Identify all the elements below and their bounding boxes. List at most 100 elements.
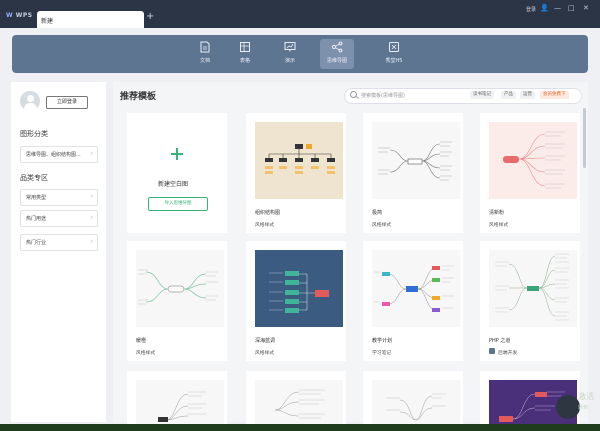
template-card[interactable]: 极简 风格样式: [363, 113, 463, 233]
template-card[interactable]: PHP 之道 后端开发: [480, 241, 580, 361]
warm-orange-thumbnail: [138, 269, 218, 305]
tag-operations[interactable]: 运营: [520, 91, 535, 99]
watermark-text: 激活: [578, 392, 594, 401]
template-card[interactable]: 暖橙 风格样式: [127, 241, 227, 361]
sidebar-item-label: 常用类型: [26, 195, 47, 201]
taskbar: [0, 424, 600, 431]
mindmap-thumbnail: [386, 393, 446, 421]
scrollbar[interactable]: [583, 108, 586, 168]
zone-title: 品类专区: [20, 174, 48, 182]
mindmap-icon: [331, 41, 343, 53]
template-style: 风格样式: [489, 223, 509, 228]
category-title: 图形分类: [20, 130, 48, 138]
template-style: 学习笔记: [372, 351, 392, 356]
template-card[interactable]: [246, 371, 346, 424]
user-icon[interactable]: 👤: [540, 5, 549, 12]
template-thumbnail: [255, 250, 343, 327]
template-style: 风格样式: [255, 223, 275, 228]
tab-label: 新建: [41, 18, 54, 25]
tag-reading-notes[interactable]: 读书笔记: [470, 91, 494, 99]
toolbar-mindmap-label: 思维导图: [326, 58, 347, 64]
chevron-right-icon: ›: [90, 238, 93, 245]
sidebar-item-common[interactable]: 常用类型 ›: [20, 189, 98, 206]
template-name: 极简: [372, 210, 383, 216]
template-name: 组织结构图: [255, 210, 281, 216]
template-style: 风格样式: [372, 223, 392, 228]
h5-icon: [389, 42, 399, 52]
template-name: 清新粉: [489, 210, 505, 216]
search-icon: [350, 91, 357, 98]
sidebar-item-label: 热门行业: [26, 240, 47, 246]
template-thumbnail: [255, 380, 343, 424]
page-title: 推荐模板: [120, 92, 157, 102]
deep-blue-thumbnail: [269, 271, 329, 313]
search-placeholder: 搜索模板(思维导图): [361, 93, 405, 99]
avatar[interactable]: [20, 91, 40, 111]
plus-icon: [171, 148, 183, 160]
maximize-button[interactable]: □: [568, 5, 575, 12]
template-thumbnail: [489, 122, 577, 199]
chevron-right-icon: ›: [90, 193, 93, 200]
template-card[interactable]: 组织结构图 风格样式: [246, 113, 346, 233]
app-name: WPS: [15, 12, 33, 19]
template-card[interactable]: [127, 371, 227, 424]
toolbar-doc-label: 文档: [199, 58, 210, 64]
toolbar-slides-button[interactable]: 演示: [273, 39, 307, 69]
template-card[interactable]: 清新粉 风格样式: [480, 113, 580, 233]
close-button[interactable]: ✕: [583, 5, 589, 12]
template-style: 风格样式: [255, 351, 275, 356]
minimize-button[interactable]: —: [554, 5, 561, 12]
tag-member-free[interactable]: 会员免费下: [540, 91, 569, 99]
login-button[interactable]: 立即登录: [46, 96, 88, 109]
php-thumbnail: [495, 253, 569, 321]
template-name: 教学计划: [372, 338, 393, 344]
toolbar-sheet-label: 表格: [239, 58, 250, 64]
template-thumbnail: [372, 122, 460, 199]
table-icon: [240, 42, 250, 52]
login-link[interactable]: 登录: [526, 6, 536, 13]
sidebar-item-industry[interactable]: 热门行业 ›: [20, 234, 98, 251]
mindmap-thumbnail: [274, 389, 325, 419]
template-thumbnail: [136, 250, 224, 327]
add-tab-button[interactable]: +: [146, 12, 154, 22]
tab-new[interactable]: 新建: [37, 11, 144, 28]
template-style: 后端开发: [498, 351, 518, 356]
sidebar-item-label: 思维导图、组织结构图...: [26, 152, 81, 158]
toolbar-doc-button[interactable]: 文档: [188, 39, 222, 69]
sidebar-item-label: 热门用途: [26, 216, 47, 222]
template-thumbnail: [372, 250, 460, 327]
presentation-icon: [284, 42, 296, 52]
document-icon: [200, 41, 210, 53]
toolbar-mindmap-button[interactable]: 思维导图: [320, 39, 354, 69]
toolbar-sheet-button[interactable]: 表格: [228, 39, 262, 69]
template-thumbnail: [372, 380, 460, 424]
category-icon: [489, 348, 495, 354]
template-thumbnail: [255, 122, 343, 199]
doc-type-toolbar: 文档 表格 演示 思维导图 秀堂H5: [12, 35, 588, 73]
chevron-right-icon: ›: [90, 214, 93, 221]
template-name: PHP 之道: [489, 338, 511, 344]
template-name: 暖橙: [136, 338, 147, 344]
wps-logo[interactable]: W WPS: [6, 12, 33, 19]
toolbar-h5-button[interactable]: 秀堂H5: [377, 39, 411, 69]
chat-float-button[interactable]: [556, 395, 580, 419]
tag-product[interactable]: 产品: [501, 91, 516, 99]
mindmap-thumbnail: [158, 391, 206, 422]
toolbar-slides-label: 演示: [284, 58, 295, 64]
template-thumbnail: [136, 380, 224, 424]
import-mindmap-button[interactable]: 导入思维导图: [148, 197, 208, 211]
watermark-subtext: 转到: [578, 405, 589, 411]
template-card[interactable]: 深海蓝调 风格样式: [246, 241, 346, 361]
chevron-right-icon: ›: [90, 150, 93, 157]
sidebar-item-mindmap[interactable]: 思维导图、组织结构图... ›: [20, 146, 98, 163]
new-blank-card[interactable]: [127, 113, 227, 233]
template-name: 深海蓝调: [255, 338, 276, 344]
template-card[interactable]: [363, 371, 463, 424]
teaching-plan-thumbnail: [374, 265, 454, 312]
template-card[interactable]: 教学计划 学习笔记: [363, 241, 463, 361]
template-thumbnail: [489, 250, 577, 327]
sidebar-item-usage[interactable]: 热门用途 ›: [20, 210, 98, 227]
minimal-mindmap-thumbnail: [378, 141, 452, 181]
pink-mindmap-thumbnail: [503, 131, 565, 189]
org-chart-thumbnail: [265, 144, 335, 174]
